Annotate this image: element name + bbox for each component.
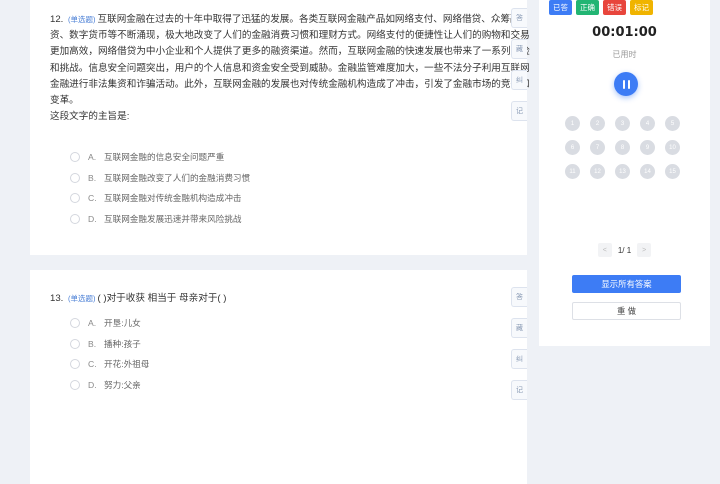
question-stem: 互联网金融在过去的十年中取得了迅猛的发展。各类互联网金融产品如网络支付、网络借贷… [50,14,530,107]
timer: 00:01:00 [592,25,657,40]
show-all-answers-button[interactable]: 显示所有答案 [572,275,681,293]
question-number-cell[interactable]: 14 [640,164,655,179]
answer-button[interactable]: 答 [511,8,527,28]
question-number-cell[interactable]: 4 [640,116,655,131]
question-number-cell[interactable]: 6 [565,140,580,155]
question-number-cell[interactable]: 2 [590,116,605,131]
option-a[interactable]: A. 互联网金融的信息安全问题严重 [70,147,250,168]
legend-wrong: 错误 [603,0,626,15]
redo-button[interactable]: 重 做 [572,302,681,320]
legend-marked: 标记 [630,0,653,15]
question-number-cell[interactable]: 13 [615,164,630,179]
page-indicator: 1/ 1 [617,245,632,255]
note-button[interactable]: 记 [511,101,527,121]
question-number: 13. [50,293,64,304]
report-error-button[interactable]: 纠 [511,70,527,90]
question-tools: 答 藏 纠 记 [511,287,527,400]
question-number-cell[interactable]: 8 [615,140,630,155]
question-number: 12. [50,14,64,25]
question-number-cell[interactable]: 9 [640,140,655,155]
option-c[interactable]: C. 开花:外祖母 [70,354,149,375]
radio-icon[interactable] [70,338,80,349]
pagination: < 1/ 1 > [539,243,710,257]
radio-icon[interactable] [70,214,80,225]
elapsed-label: 已用时 [612,50,637,59]
question-number-cell[interactable]: 3 [615,116,630,131]
question-number-cell[interactable]: 11 [565,164,580,179]
question-card-12: 12. (单选题) 互联网金融在过去的十年中取得了迅猛的发展。各类互联网金融产品如… [30,0,530,255]
status-legend: 已答 正确 错误 标记 [549,0,653,15]
option-b[interactable]: B. 播种:孩子 [70,334,149,355]
prev-page-button[interactable]: < [597,243,612,257]
question-number-cell[interactable]: 1 [565,116,580,131]
favorite-button[interactable]: 藏 [511,318,527,338]
options-list: A. 开垦:儿女 B. 播种:孩子 C. 开花:外祖母 D. 努力:父亲 [70,313,149,395]
radio-icon[interactable] [70,359,80,370]
option-c[interactable]: C. 互联网金融对传统金融机构造成冲击 [70,188,250,209]
legend-answered: 已答 [549,0,572,15]
question-number-cell[interactable]: 15 [665,164,680,179]
next-page-button[interactable]: > [637,243,652,257]
legend-correct: 正确 [576,0,599,15]
question-number-cell[interactable]: 5 [665,116,680,131]
radio-icon[interactable] [70,152,80,163]
pause-button[interactable] [614,72,638,96]
answer-sheet-panel: 已答 正确 错误 标记 00:01:00 已用时 1 2 3 4 5 6 7 8 9 10 11 12… [539,0,710,346]
option-d[interactable]: D. 努力:父亲 [70,375,149,396]
radio-icon[interactable] [70,380,80,391]
question-type: (单选题) [68,294,96,303]
report-error-button[interactable]: 纠 [511,349,527,369]
question-number-cell[interactable]: 7 [590,140,605,155]
question-text: 13. (单选题)( )对于收获 相当于 母亲对于( ) [50,291,536,307]
options-list: A. 互联网金融的信息安全问题严重 B. 互联网金融改变了人们的金融消费习惯 C. 互… [70,147,250,229]
note-button[interactable]: 记 [511,380,527,400]
question-stem: ( )对于收获 相当于 母亲对于( ) [97,293,227,304]
radio-icon[interactable] [70,318,80,329]
option-a[interactable]: A. 开垦:儿女 [70,313,149,334]
question-card-13: 13. (单选题)( )对于收获 相当于 母亲对于( ) A. 开垦:儿女 B. 播… [30,270,527,484]
question-type: (单选题) [68,15,96,24]
question-tools: 答 藏 纠 记 [511,8,527,121]
option-d[interactable]: D. 互联网金融发展迅速并带来风险挑战 [70,209,250,230]
favorite-button[interactable]: 藏 [511,39,527,59]
answer-button[interactable]: 答 [511,287,527,307]
radio-icon[interactable] [70,193,80,204]
question-prompt: 这段文字的主旨是: [50,111,130,123]
pause-icon [622,79,625,89]
radio-icon[interactable] [70,172,80,183]
option-b[interactable]: B. 互联网金融改变了人们的金融消费习惯 [70,168,250,189]
question-number-grid: 1 2 3 4 5 6 7 8 9 10 11 12 13 14 15 [565,116,680,179]
question-number-cell[interactable]: 12 [590,164,605,179]
question-text: 12. (单选题) 互联网金融在过去的十年中取得了迅猛的发展。各类互联网金融产品如… [50,12,536,125]
question-number-cell[interactable]: 10 [665,140,680,155]
